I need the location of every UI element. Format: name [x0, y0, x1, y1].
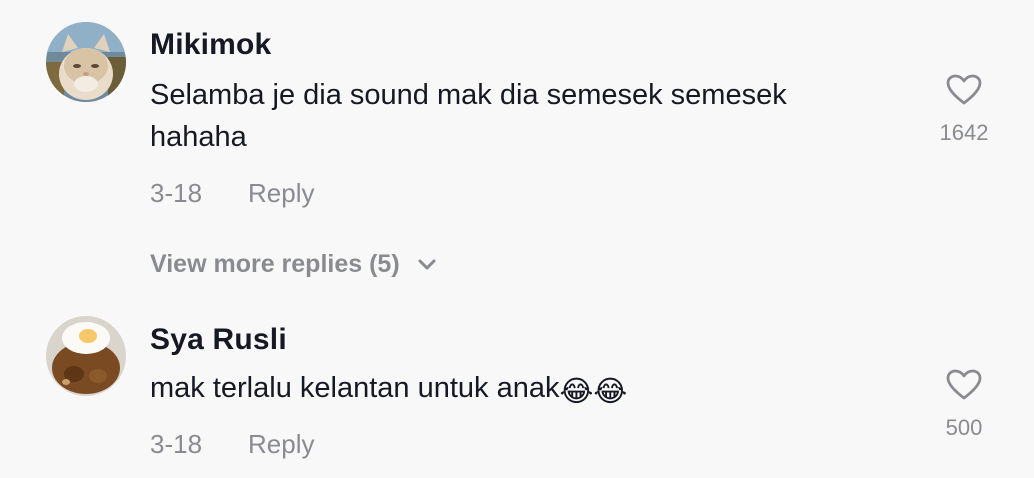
- comment-text: Selamba je dia sound mak dia semesek sem…: [150, 79, 787, 153]
- comment-meta: 3-18 Reply: [150, 429, 314, 460]
- like-count: 500: [945, 415, 983, 440]
- comment-username[interactable]: Mikimok: [150, 28, 271, 62]
- heart-icon: [946, 369, 982, 400]
- comment-text: mak terlalu kelantan untuk anak😂😂: [150, 367, 910, 413]
- reply-button[interactable]: Reply: [248, 429, 314, 460]
- comment-meta: 3-18 Reply: [150, 178, 314, 209]
- view-more-replies-button[interactable]: View more replies (5): [150, 250, 437, 279]
- laughing-emoji: 😂😂: [559, 376, 628, 408]
- comment-date: 3-18: [150, 178, 203, 208]
- comment-date: 3-18: [150, 429, 203, 459]
- reply-button[interactable]: Reply: [248, 178, 314, 209]
- like-button[interactable]: 1642: [922, 74, 1006, 146]
- chevron-down-icon: [418, 259, 436, 270]
- avatar[interactable]: [46, 316, 126, 396]
- comment-username[interactable]: Sya Rusli: [150, 323, 287, 357]
- heart-icon: [946, 74, 982, 105]
- food-avatar-icon: [46, 316, 126, 396]
- like-count: 1642: [939, 120, 989, 145]
- avatar[interactable]: [46, 22, 126, 102]
- cat-avatar-icon: [46, 22, 126, 102]
- comment-text-body: mak terlalu kelantan untuk anak: [150, 372, 560, 404]
- like-button[interactable]: 500: [922, 369, 1006, 441]
- view-more-label: View more replies (5): [150, 250, 400, 278]
